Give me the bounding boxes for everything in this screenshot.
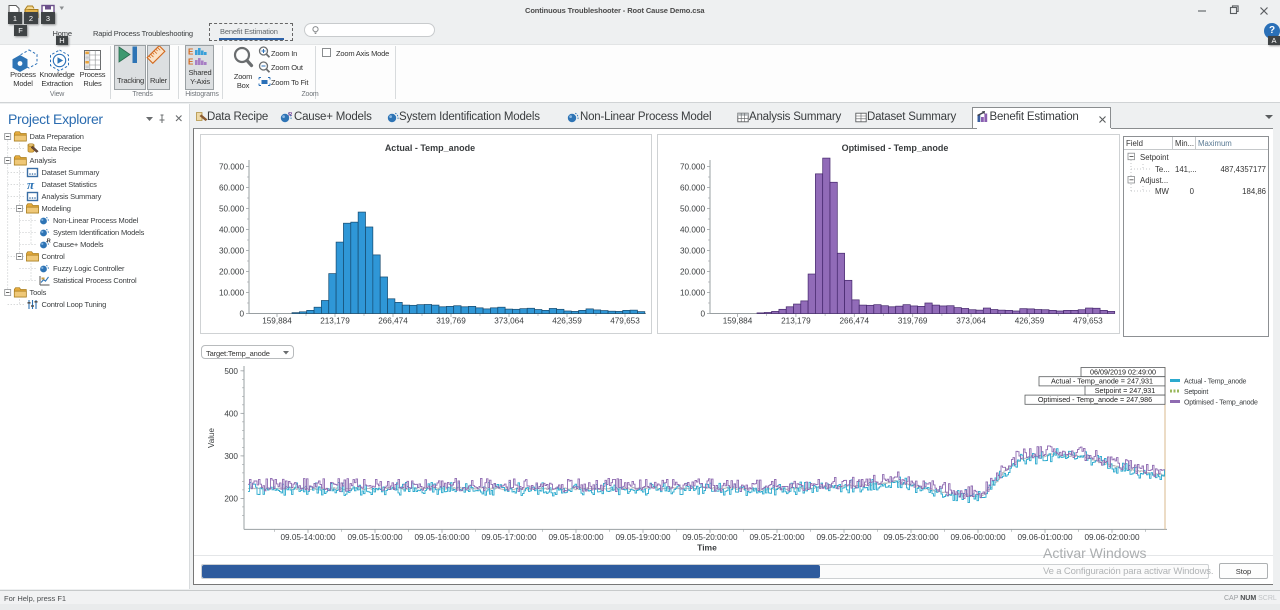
svg-text:200: 200: [224, 494, 238, 503]
svg-text:Actual - Temp_anode = 247,931: Actual - Temp_anode = 247,931: [1051, 377, 1153, 386]
svg-text:Setpoint = 247,931: Setpoint = 247,931: [1095, 386, 1156, 395]
svg-text:09.06-00:00:00: 09.06-00:00:00: [950, 533, 1006, 542]
svg-text:09.05-18:00:00: 09.05-18:00:00: [548, 533, 604, 542]
svg-text:500: 500: [224, 367, 238, 376]
svg-text:300: 300: [224, 452, 238, 461]
svg-text:400: 400: [224, 409, 238, 418]
svg-text:09.05-23:00:00: 09.05-23:00:00: [883, 533, 939, 542]
svg-text:09.06-01:00:00: 09.06-01:00:00: [1017, 533, 1073, 542]
svg-text:09.05-17:00:00: 09.05-17:00:00: [481, 533, 537, 542]
svg-text:Optimised - Temp_anode = 247,9: Optimised - Temp_anode = 247,986: [1038, 395, 1152, 404]
svg-text:09.06-02:00:00: 09.06-02:00:00: [1084, 533, 1140, 542]
svg-text:Setpoint: Setpoint: [1184, 389, 1208, 396]
svg-text:09.05-16:00:00: 09.05-16:00:00: [414, 533, 470, 542]
svg-text:Optimised - Temp_anode: Optimised - Temp_anode: [1184, 400, 1258, 407]
svg-text:09.05-21:00:00: 09.05-21:00:00: [749, 533, 805, 542]
svg-text:06/09/2019 02:49:00: 06/09/2019 02:49:00: [1090, 368, 1156, 377]
svg-text:Actual - Temp_anode: Actual - Temp_anode: [1184, 379, 1247, 386]
svg-text:09.05-20:00:00: 09.05-20:00:00: [682, 533, 738, 542]
svg-text:09.05-22:00:00: 09.05-22:00:00: [816, 533, 872, 542]
svg-text:09.05-19:00:00: 09.05-19:00:00: [615, 533, 671, 542]
svg-text:Time: Time: [697, 543, 717, 553]
svg-text:Value: Value: [207, 428, 216, 448]
svg-text:09.05-15:00:00: 09.05-15:00:00: [347, 533, 403, 542]
svg-text:09.05-14:00:00: 09.05-14:00:00: [280, 533, 336, 542]
